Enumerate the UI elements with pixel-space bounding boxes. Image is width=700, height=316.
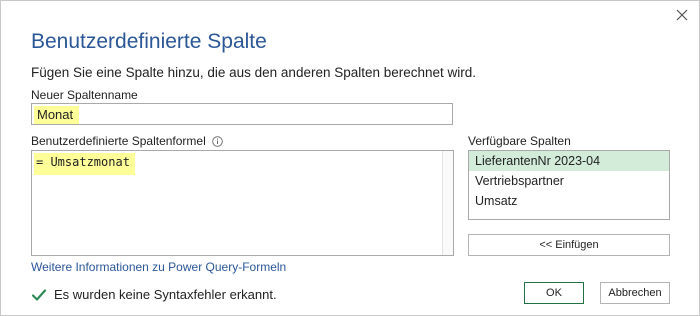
formula-text: = Umsatzmonat: [34, 153, 135, 175]
available-columns-list: LieferantenNr 2023-04 Vertriebspartner U…: [468, 150, 670, 220]
power-query-help-link[interactable]: Weitere Informationen zu Power Query-For…: [31, 260, 286, 274]
info-icon[interactable]: [212, 136, 223, 148]
new-column-name-label: Neuer Spaltenname: [31, 88, 138, 102]
checkmark-icon: [31, 288, 47, 301]
custom-column-dialog: Benutzerdefinierte Spalte Fügen Sie eine…: [0, 0, 700, 316]
close-icon[interactable]: [673, 6, 691, 24]
formula-label: Benutzerdefinierte Spaltenformel: [31, 134, 206, 148]
available-columns-label: Verfügbare Spalten: [468, 134, 571, 148]
column-item-lieferantennr[interactable]: LieferantenNr 2023-04: [469, 151, 669, 171]
syntax-status: Es wurden keine Syntaxfehler erkannt.: [31, 287, 277, 302]
new-column-name-input[interactable]: Monat: [31, 103, 453, 125]
syntax-status-text: Es wurden keine Syntaxfehler erkannt.: [54, 287, 277, 302]
dialog-title: Benutzerdefinierte Spalte: [31, 30, 267, 53]
column-item-umsatz[interactable]: Umsatz: [469, 191, 669, 211]
insert-button[interactable]: << Einfügen: [468, 234, 670, 256]
new-column-name-value: Monat: [34, 106, 80, 124]
formula-editor[interactable]: = Umsatzmonat: [31, 150, 454, 256]
formula-label-row: Benutzerdefinierte Spaltenformel: [31, 134, 223, 148]
column-item-vertriebspartner[interactable]: Vertriebspartner: [469, 171, 669, 191]
formula-scrollbar[interactable]: [442, 151, 453, 255]
cancel-button[interactable]: Abbrechen: [600, 282, 670, 304]
dialog-description: Fügen Sie eine Spalte hinzu, die aus den…: [31, 65, 477, 80]
ok-button[interactable]: OK: [524, 282, 584, 304]
